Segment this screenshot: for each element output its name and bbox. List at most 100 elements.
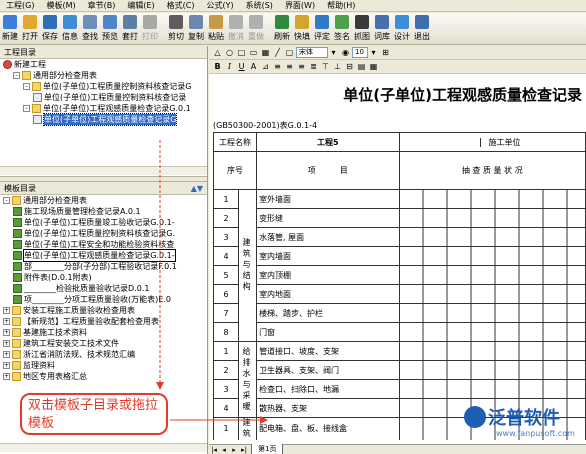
collapse-icon[interactable]: - — [23, 83, 30, 90]
tree-node[interactable]: - 通用部分检查用表 — [0, 70, 207, 81]
menu-item[interactable]: 模板(M) — [40, 0, 81, 11]
copy-button[interactable]: 复制 — [186, 13, 206, 44]
sign-button[interactable]: 签名 — [332, 13, 352, 44]
refresh-button[interactable]: 刷新 — [272, 13, 292, 44]
next-sheet-icon[interactable]: ▸ — [229, 446, 239, 454]
tree-node[interactable]: 附件表(D.0.1附表) — [0, 272, 207, 283]
expand-icon[interactable]: + — [3, 373, 10, 380]
radio-icon[interactable]: ◉ — [340, 47, 351, 58]
row-check-cell[interactable] — [398, 284, 586, 304]
bold-icon[interactable]: B — [212, 61, 223, 72]
circle-icon[interactable]: ○ — [224, 47, 235, 58]
save-button[interactable]: 保存 — [40, 13, 60, 44]
align-right-icon[interactable]: ≡ — [296, 61, 307, 72]
row-check-cell[interactable] — [398, 189, 586, 209]
cut-button[interactable]: 剪切 — [166, 13, 186, 44]
preview-button[interactable]: 预览 — [100, 13, 120, 44]
template-tree[interactable]: - 通用部分检查用表 施工现场质量管理检查记录A.0.1 单位(子单位)工程质量竣工验… — [0, 195, 207, 385]
underline-icon[interactable]: U — [236, 61, 247, 72]
row-check-cell[interactable] — [398, 322, 586, 342]
align-left-icon[interactable]: ≡ — [272, 61, 283, 72]
tree-node[interactable]: + 浙江省消防法规、技术规范汇编 — [0, 349, 207, 360]
template-tree-hscroll[interactable] — [0, 443, 207, 452]
tree-node[interactable]: 施工现场质量管理检查记录A.0.1 — [0, 206, 207, 217]
expand-icon[interactable]: + — [3, 307, 10, 314]
evaluate-button[interactable]: 评定 — [312, 13, 332, 44]
tree-node[interactable]: - 单位(子单位)工程观感质量检查记录G.0.1 — [0, 103, 207, 114]
row-check-cell[interactable] — [398, 341, 586, 361]
tree-node[interactable]: + 监理资料 — [0, 360, 207, 371]
menu-item[interactable]: 界面(W) — [279, 0, 321, 11]
valign-middle-icon[interactable]: ⊥ — [332, 61, 343, 72]
tree-node[interactable]: 单位(子单位)工程质量控制资料核查记录 — [0, 92, 207, 103]
expand-icon[interactable]: + — [3, 362, 10, 369]
collapse-icon[interactable]: - — [13, 72, 20, 79]
expand-icon[interactable]: + — [3, 351, 10, 358]
undo-button[interactable]: 撤消 — [226, 13, 246, 44]
align-center-icon[interactable]: ≡ — [284, 61, 295, 72]
rect-icon[interactable]: ▭ — [248, 47, 259, 58]
paste-button[interactable]: 粘贴 — [206, 13, 226, 44]
justify-icon[interactable]: ≣ — [308, 61, 319, 72]
dropdown-icon[interactable]: ▾ — [328, 47, 339, 58]
tree-node[interactable]: - 单位(子单位)工程质量控制资料核查记录G — [0, 81, 207, 92]
collapse-icon[interactable]: - — [3, 197, 10, 204]
last-sheet-icon[interactable]: ▸| — [239, 446, 249, 454]
design-button[interactable]: 设计 — [392, 13, 412, 44]
open-button[interactable]: 打开 — [20, 13, 40, 44]
new-button[interactable]: 新建 — [0, 13, 20, 44]
highlight-icon[interactable]: ⊿ — [260, 61, 271, 72]
menu-item[interactable]: 章节(B) — [82, 0, 122, 11]
first-sheet-icon[interactable]: |◂ — [209, 446, 219, 454]
tree-node[interactable]: + 安装工程施工质量验收检查用表 — [0, 305, 207, 316]
diagonal-icon[interactable]: ╱ — [272, 47, 283, 58]
tree-node[interactable]: 单位(子单位)工程安全和功能检验资料核查 — [0, 239, 207, 250]
menu-item[interactable]: 公式(Y) — [200, 0, 239, 11]
dropdown-icon[interactable]: ▾ — [368, 47, 379, 58]
italic-icon[interactable]: I — [224, 61, 235, 72]
tree-node[interactable]: + 地区专用表格汇总 — [0, 371, 207, 382]
menu-item[interactable]: 工程(G) — [0, 0, 40, 11]
redo-button[interactable]: 重做 — [246, 13, 266, 44]
menu-item[interactable]: 编辑(E) — [121, 0, 160, 11]
expand-icon[interactable]: + — [3, 329, 10, 336]
exit-button[interactable]: 退出 — [412, 13, 432, 44]
find-button[interactable]: 查找 — [80, 13, 100, 44]
grid-icon[interactable]: ⊞ — [380, 47, 391, 58]
wordbank-button[interactable]: 词库 — [372, 13, 392, 44]
project-name-value[interactable]: 工程5 — [256, 132, 400, 152]
row-check-cell[interactable] — [398, 360, 586, 380]
tree-node[interactable]: 部________分部(子分部)工程验收记录F.0.1 — [0, 261, 207, 272]
font-select[interactable]: 宋体 — [296, 47, 328, 58]
tree-node[interactable]: - 通用部分检查用表 — [0, 195, 207, 206]
tree-node[interactable]: + 建筑工程安装交工技术文件 — [0, 338, 207, 349]
row-check-cell[interactable] — [398, 379, 586, 399]
row-check-cell[interactable] — [398, 227, 586, 247]
row-check-cell[interactable] — [398, 208, 586, 228]
menu-item[interactable]: 格式(C) — [161, 0, 201, 11]
tree-node[interactable]: + 【新规范】工程质量验收配套检查用表 — [0, 316, 207, 327]
triangle-icon[interactable]: △ — [212, 47, 223, 58]
info-button[interactable]: 信息 — [60, 13, 80, 44]
tree-node[interactable]: 单位(子单位)工程质量控制资料核查记录G. — [0, 228, 207, 239]
table-icon[interactable]: ▦ — [368, 61, 379, 72]
tree-node[interactable]: 单位(子单位)工程观感质量检查记录G.0.1- — [0, 249, 207, 262]
tree-node[interactable]: 单位(子单位)工程质量竣工验收记录G.0.1- — [0, 217, 207, 228]
border-icon[interactable]: ▦ — [260, 47, 271, 58]
merge-icon[interactable]: ▤ — [356, 61, 367, 72]
font-color-icon[interactable]: A — [248, 61, 259, 72]
valign-top-icon[interactable]: ⊤ — [320, 61, 331, 72]
menu-item[interactable]: 系统(S) — [240, 0, 279, 11]
tree-node[interactable]: 项________分项工程质量验收(万能表)E.0 — [0, 294, 207, 305]
tree-node[interactable]: 新建工程 — [0, 59, 207, 70]
project-tree-hscroll[interactable] — [0, 166, 207, 175]
tree-node[interactable]: + 基建施工技术资料 — [0, 327, 207, 338]
capture-button[interactable]: 抓图 — [352, 13, 372, 44]
expand-icon[interactable]: + — [3, 318, 10, 325]
row-check-cell[interactable] — [398, 303, 586, 323]
construction-unit-cell[interactable]: 施工单位 — [398, 132, 586, 152]
project-tree[interactable]: 新建工程 - 通用部分检查用表 - 单位(子单位)工程质量控制资料核查记录G 单位(子单位… — [0, 59, 207, 142]
row-check-cell[interactable] — [398, 265, 586, 285]
tree-node[interactable]: ________检验批质量验收记录D.0.1 — [0, 283, 207, 294]
sheet-tab[interactable]: 第1页 — [251, 444, 284, 454]
